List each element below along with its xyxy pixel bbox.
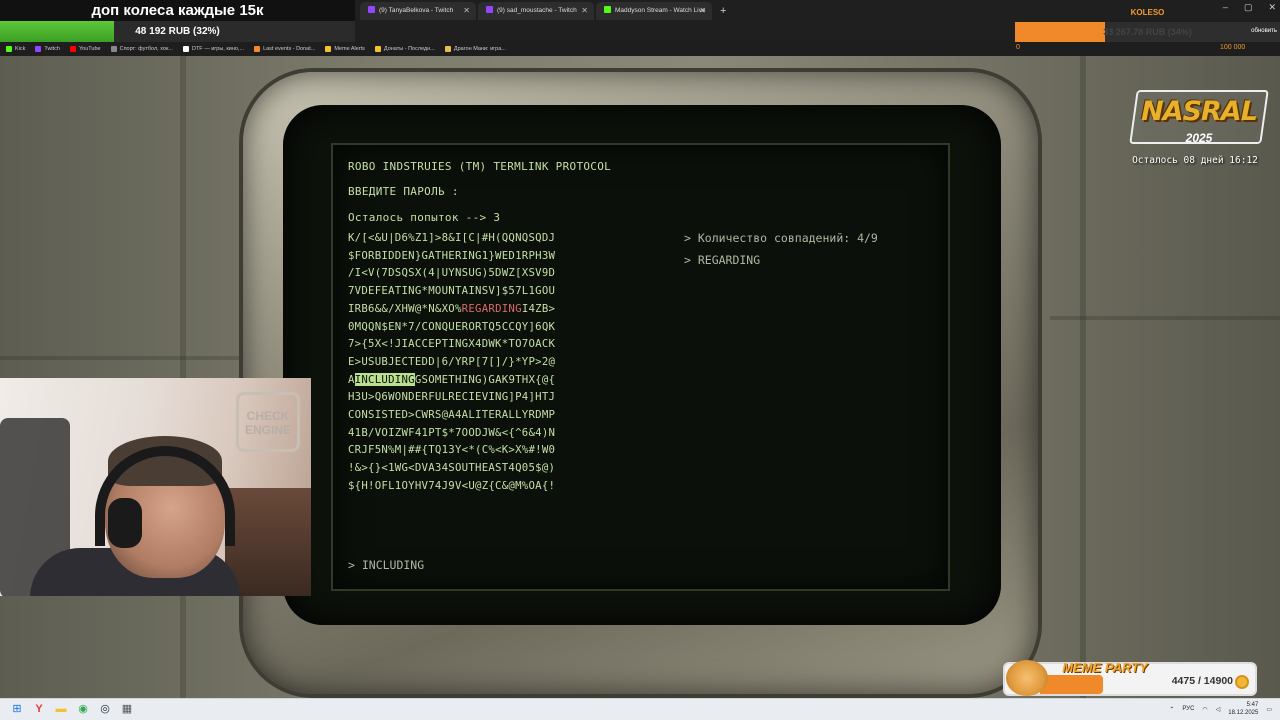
hex-row[interactable]: CRJF5N%M|##{TQ13Y<*(C%<K>X%#!W0 — [348, 443, 555, 456]
twitch-icon — [368, 6, 375, 13]
tab-tanyabelkova[interactable]: (9) TanyaBelkova - Twitch ✕ — [360, 2, 476, 20]
site-icon — [110, 46, 117, 52]
system-tray: ⌃ РУС ◠ ◁ 5:47 18.12.2025 ▭ — [1169, 701, 1272, 717]
koleso-min: 0 — [1016, 44, 1020, 51]
wall-seam — [0, 356, 240, 360]
donationalerts-icon — [254, 46, 261, 52]
twitch-icon — [486, 6, 493, 13]
hex-row[interactable]: $FORBIDDEN}GATHERING1}WED1RPH3W — [348, 249, 555, 262]
wifi-icon[interactable]: ◠ — [1202, 706, 1207, 713]
nasral-logo: NASRAL — [1141, 96, 1258, 127]
browser-tabs: (9) TanyaBelkova - Twitch ✕ (9) sad_moust… — [360, 2, 726, 20]
yandex-browser-icon[interactable]: Y — [32, 702, 46, 716]
headphone-earcup — [108, 498, 142, 548]
guessed-word[interactable]: REGARDING — [462, 302, 522, 315]
koleso-progress-bar: 33 267.78 RUB (34%) — [1015, 22, 1280, 42]
kick-icon — [6, 46, 12, 52]
koleso-title: KOLESO — [1130, 8, 1165, 17]
meme-party-progress-fill — [1040, 675, 1103, 694]
bookmark-dragon-money[interactable]: Драгон Мани: игра... — [444, 46, 506, 52]
twitch-icon — [35, 46, 42, 52]
koleso-progress-text: 33 267.78 RUB (34%) — [1103, 27, 1192, 37]
koleso-max: 100 000 — [1220, 44, 1246, 51]
wall-seam — [1080, 56, 1086, 698]
wall-seam — [1050, 316, 1280, 320]
folder-icon — [374, 46, 381, 52]
bookmark-youtube[interactable]: YouTube — [69, 46, 101, 52]
tab-label: (9) sad_moustache - Twitch — [497, 7, 577, 14]
shelf — [225, 488, 311, 596]
hex-row[interactable]: AINCLUDINGGSOMETHING)GAK9THX{@{ — [348, 372, 555, 386]
dragon-icon — [444, 46, 451, 52]
hex-row[interactable]: K/[<&U|D6%Z1]>8&I[C|#H(QQNQSQDJ — [348, 231, 555, 244]
notification-icon[interactable]: ▭ — [1266, 706, 1272, 713]
countdown-timer: Осталось 08 дней 16:12 — [1132, 155, 1258, 166]
coin-icon — [1235, 675, 1249, 689]
terminal-screen: ROBO INDSTRUIES (TM) TERMLINK PROTOCOL В… — [331, 143, 950, 591]
tab-label: Maddyson Stream - Watch Live — [615, 7, 706, 14]
terminal-input[interactable]: > INCLUDING — [348, 558, 424, 572]
refresh-button[interactable]: обновить — [1251, 28, 1277, 34]
windows-taskbar: ⊞ Y ▬ ◉ ◎ ▦ ⌃ РУС ◠ ◁ 5:47 18.12.2025 ▭ — [0, 698, 1280, 720]
webcam-feed: CHECK ENGINE — [0, 378, 311, 596]
wall-seam — [180, 56, 186, 698]
koleso-widget: KOLESO 33 267.78 RUB (34%) обновить 0 10… — [1015, 8, 1280, 56]
bookmark-kick[interactable]: Kick — [6, 46, 25, 52]
calculator-icon[interactable]: ▦ — [120, 702, 134, 716]
hex-row[interactable]: H3U>Q6WONDERFULRECIEVING]P4]HTJ — [348, 390, 555, 403]
hex-row[interactable]: /I<V(7DSQSX(4|UYNSUG)5DWZ[XSV9D — [348, 266, 555, 279]
hex-row[interactable]: !&>{}<1WG<DVA34SOUTHEAST4Q05$@) — [348, 461, 555, 474]
hex-row[interactable]: ${H!OFL1OYHV74J9V<U@Z{C&@M%OA{! — [348, 479, 555, 492]
youtube-icon — [69, 46, 76, 52]
nasral-year: 2025 — [1185, 131, 1213, 145]
hex-row[interactable]: E>USUBJECTEDD|6/YRP[7[]/}*YP>2@ — [348, 355, 555, 368]
meme-party-count: 4475 / 14900 — [1171, 675, 1233, 687]
file-explorer-icon[interactable]: ▬ — [54, 702, 68, 716]
password-prompt: ВВЕДИТЕ ПАРОЛЬ : — [348, 185, 459, 198]
donation-goal-title: доп колеса каждые 15к — [0, 0, 355, 21]
last-guess: > REGARDING — [684, 253, 761, 267]
hex-row[interactable]: 7VDEFEATING*MOUNTAINSV]$57L1GOU — [348, 284, 555, 297]
bookmark-sport[interactable]: Спорт: футбол, хок... — [110, 46, 173, 52]
attempts-remaining: Осталось попыток --> 3 — [348, 211, 501, 224]
tab-maddyson-stream[interactable]: Maddyson Stream - Watch Live ✕ — [596, 2, 712, 20]
new-tab-button[interactable]: + — [714, 2, 726, 20]
hex-row[interactable]: 0MQQN$EN*7/CONQUERORTQ5CCQY]6QK — [348, 320, 555, 333]
close-tab-icon[interactable]: ✕ — [581, 2, 588, 20]
windows-start-icon[interactable]: ⊞ — [10, 702, 24, 716]
tab-sad-moustache[interactable]: (9) sad_moustache - Twitch ✕ — [478, 2, 594, 20]
kick-icon — [604, 6, 611, 13]
chrome-icon[interactable]: ◉ — [76, 702, 90, 716]
hex-row[interactable]: 41B/VOIZWF41PT$*7OODJW&<{^6&4)N — [348, 426, 555, 439]
folder-icon — [325, 46, 332, 52]
bookmark-last-events[interactable]: Last events - Donat... — [254, 46, 315, 52]
donation-progress-text: 48 192 RUB (32%) — [135, 26, 220, 37]
close-tab-icon[interactable]: ✕ — [699, 2, 706, 20]
hex-row[interactable]: 7>{5X<!JIACCEPTINGX4DWK*TO7OACK — [348, 337, 555, 350]
close-tab-icon[interactable]: ✕ — [463, 2, 470, 20]
match-count: > Количество совпадений: 4/9 — [684, 231, 878, 245]
check-engine-sign: CHECK ENGINE — [236, 392, 300, 452]
bookmark-donaty[interactable]: Донаты - Последн... — [374, 46, 435, 52]
tab-label: (9) TanyaBelkova - Twitch — [379, 7, 454, 14]
doge-icon — [1006, 660, 1048, 696]
language-indicator[interactable]: РУС — [1182, 706, 1194, 712]
steam-icon[interactable]: ◎ — [98, 702, 112, 716]
volume-icon[interactable]: ◁ — [1216, 706, 1221, 713]
system-clock[interactable]: 5:47 18.12.2025 — [1228, 701, 1258, 717]
meme-party-title: MEME PARTY — [1062, 660, 1148, 675]
tray-chevron-icon[interactable]: ⌃ — [1169, 706, 1174, 713]
hex-row[interactable]: CONSISTED>CWRS@A4ALITERALLYRDMP — [348, 408, 555, 421]
donation-progress-bar: 48 192 RUB (32%) — [0, 21, 355, 42]
selected-word[interactable]: INCLUDING — [354, 372, 415, 386]
terminal-header: ROBO INDSTRUIES (TM) TERMLINK PROTOCOL — [348, 160, 612, 173]
hex-row[interactable]: IRB6&&/XHW@*N&XO%REGARDINGI4ZB> — [348, 302, 555, 315]
bookmark-meme-alerts[interactable]: Meme Alerts — [325, 46, 365, 52]
bookmark-twitch[interactable]: Twitch — [35, 46, 60, 52]
dtf-icon — [182, 46, 189, 52]
bookmark-dtf[interactable]: DTF — игры, кино,... — [182, 46, 244, 52]
